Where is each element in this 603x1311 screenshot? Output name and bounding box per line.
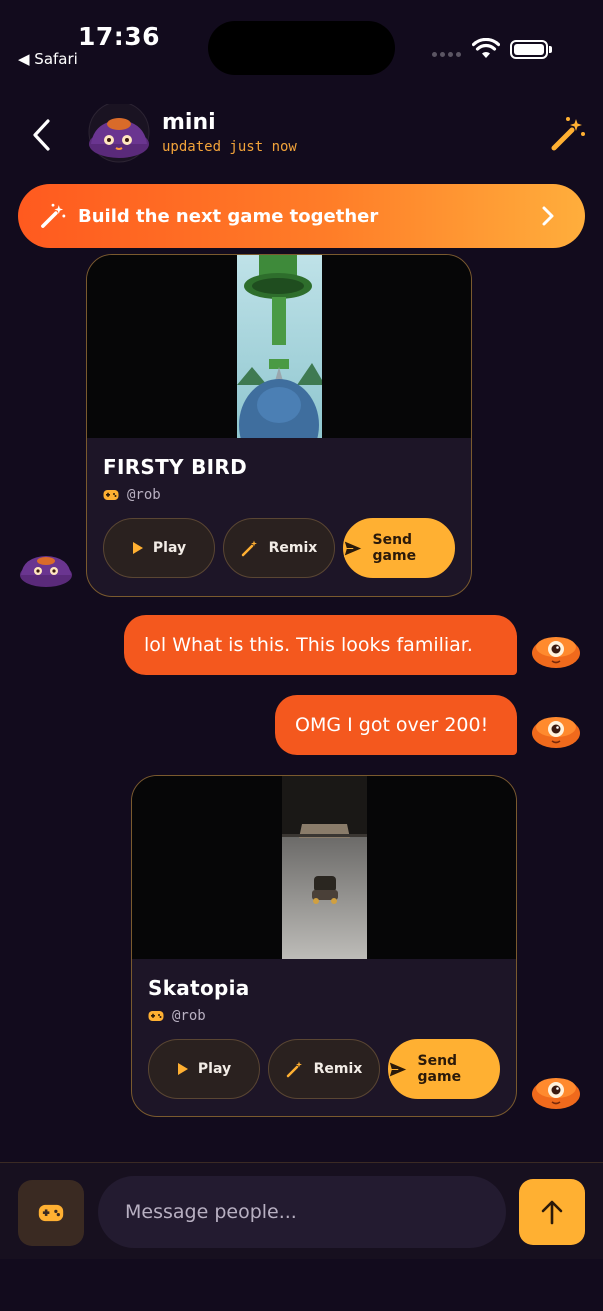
play-icon <box>177 1063 188 1075</box>
remix-button[interactable]: Remix <box>223 518 335 578</box>
status-time: 17:36 <box>78 22 161 51</box>
chat-message: OMG I got over 200! <box>275 695 517 755</box>
user-avatar[interactable] <box>531 713 581 749</box>
game-author: @rob <box>172 1008 206 1024</box>
game-thumbnail-image <box>237 255 322 438</box>
chevron-right-icon <box>542 206 554 226</box>
remix-label: Remix <box>268 540 318 556</box>
gamepad-icon <box>103 490 119 500</box>
home-indicator-area <box>0 1259 603 1311</box>
send-game-button[interactable]: Send game <box>343 518 455 578</box>
play-label: Play <box>152 540 187 556</box>
back-to-safari-link[interactable]: ◀ Safari <box>18 50 78 68</box>
banner-label: Build the next game together <box>78 205 379 227</box>
play-button[interactable]: Play <box>148 1039 260 1099</box>
game-preview[interactable] <box>132 776 516 959</box>
chat-title: mini <box>162 110 216 135</box>
play-button[interactable]: Play <box>103 518 215 578</box>
play-icon <box>132 542 143 554</box>
chat-status: updated just now <box>162 139 297 155</box>
game-card[interactable]: FIRSTY BIRD @rob Play Remix Send game <box>86 254 472 597</box>
message-text: OMG I got over 200! <box>295 714 489 736</box>
game-picker-button[interactable] <box>18 1180 84 1246</box>
remix-label: Remix <box>313 1061 363 1077</box>
game-preview[interactable] <box>87 255 471 438</box>
group-avatar[interactable] <box>86 104 152 164</box>
wifi-icon <box>472 38 500 58</box>
sender-avatar[interactable] <box>19 555 74 587</box>
user-avatar[interactable] <box>531 1074 581 1110</box>
user-avatar[interactable] <box>531 633 581 669</box>
signal-icon <box>432 52 462 58</box>
build-together-banner[interactable]: Build the next game together <box>18 184 585 248</box>
back-chevron-icon[interactable] <box>30 118 54 152</box>
send-icon <box>389 1060 408 1078</box>
battery-icon <box>510 40 548 59</box>
gamepad-icon <box>148 1011 164 1021</box>
arrow-up-icon <box>541 1200 563 1225</box>
chat-message: lol What is this. This looks familiar. <box>124 615 517 675</box>
game-title: Skatopia <box>148 976 250 1000</box>
send-message-button[interactable] <box>519 1179 585 1245</box>
message-text: lol What is this. This looks familiar. <box>144 634 473 656</box>
send-game-button[interactable]: Send game <box>388 1039 500 1099</box>
game-card[interactable]: Skatopia @rob Play Remix Send game <box>131 775 517 1117</box>
magic-wand-icon <box>286 1061 302 1078</box>
game-thumbnail-image <box>282 776 367 959</box>
magic-wand-icon[interactable] <box>550 116 586 152</box>
message-input[interactable] <box>98 1176 506 1248</box>
gamepad-icon <box>38 1204 64 1222</box>
magic-wand-icon <box>41 203 66 228</box>
send-game-label: Send game <box>417 1053 462 1085</box>
game-author: @rob <box>127 487 161 503</box>
send-game-label: Send game <box>372 532 417 564</box>
game-title: FIRSTY BIRD <box>103 455 247 479</box>
send-icon <box>344 539 363 557</box>
play-label: Play <box>197 1061 232 1077</box>
magic-wand-icon <box>241 540 257 557</box>
remix-button[interactable]: Remix <box>268 1039 380 1099</box>
dynamic-island <box>208 21 395 75</box>
